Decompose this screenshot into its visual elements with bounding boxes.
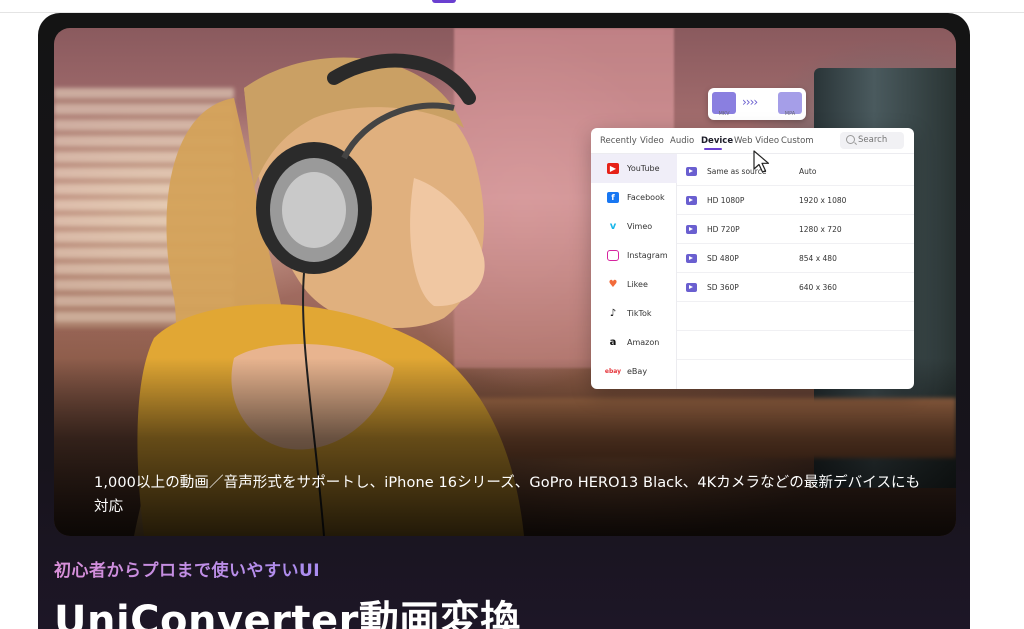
tab-web-video[interactable]: Web Video <box>734 136 779 146</box>
video-camera-icon <box>686 283 697 292</box>
section-title: UniConverter動画変換 <box>54 598 521 629</box>
active-tab-indicator <box>704 148 722 150</box>
video-camera-icon <box>686 196 697 205</box>
search-box[interactable] <box>840 132 904 149</box>
platform-item-vimeo[interactable]: v Vimeo <box>591 212 677 241</box>
preset-row[interactable]: SD 360P 640 x 360 <box>677 273 914 302</box>
search-input[interactable] <box>858 134 902 146</box>
preset-row[interactable]: HD 1080P 1920 x 1080 <box>677 186 914 215</box>
video-camera-icon <box>686 254 697 263</box>
ebay-icon: ebay <box>604 368 622 375</box>
video-camera-icon <box>686 225 697 234</box>
platform-label: Vimeo <box>627 222 653 231</box>
tab-audio[interactable]: Audio <box>670 136 694 146</box>
preset-row[interactable]: SD 480P 854 x 480 <box>677 244 914 273</box>
preset-list: Same as source Auto HD 1080P 1920 x 1080… <box>677 154 914 389</box>
preset-quality: HD 1080P <box>707 196 745 205</box>
preset-quality: SD 480P <box>707 254 739 263</box>
video-camera-icon <box>686 167 697 176</box>
platform-item-ebay[interactable]: ebay eBay <box>591 357 677 386</box>
preset-row-empty <box>677 302 914 331</box>
top-tab-indicator <box>432 0 456 3</box>
platform-item-facebook[interactable]: f Facebook <box>591 183 677 212</box>
preset-resolution: 640 x 360 <box>799 283 837 292</box>
platform-label: YouTube <box>627 164 660 173</box>
platform-label: eBay <box>627 367 648 376</box>
tab-custom[interactable]: Custom <box>781 136 814 146</box>
amazon-icon: a <box>609 337 617 348</box>
preset-resolution: 1280 x 720 <box>799 225 842 234</box>
platform-item-youtube[interactable]: ▶ YouTube <box>591 154 677 183</box>
instagram-icon <box>607 250 619 261</box>
facebook-icon: f <box>607 192 619 203</box>
preset-row-empty <box>677 360 914 389</box>
platform-label: Amazon <box>627 338 660 347</box>
preset-resolution: Auto <box>799 167 817 176</box>
preset-row-empty <box>677 331 914 360</box>
likee-icon: ♥ <box>608 279 618 290</box>
tab-video[interactable]: Video <box>640 136 664 146</box>
preset-quality: SD 360P <box>707 283 739 292</box>
tab-recently[interactable]: Recently <box>600 136 637 146</box>
preset-row[interactable]: Same as source Auto <box>677 157 914 186</box>
platform-item-likee[interactable]: ♥ Likee <box>591 270 677 299</box>
preset-quality: HD 720P <box>707 225 740 234</box>
vimeo-icon: v <box>609 221 617 232</box>
platform-label: Likee <box>627 280 648 289</box>
platform-item-instagram[interactable]: Instagram <box>591 241 677 270</box>
platform-label: TikTok <box>627 309 652 318</box>
mouse-pointer-icon <box>753 150 770 173</box>
tab-device[interactable]: Device <box>701 136 733 146</box>
platform-label: Instagram <box>627 251 668 260</box>
preset-resolution: 1920 x 1080 <box>799 196 847 205</box>
format-conversion-badge: MKV ›››› MPA <box>708 88 806 120</box>
source-format-label: MKV <box>718 111 730 117</box>
section-subtitle: 初心者からプロまで使いやすいUI <box>54 556 320 581</box>
search-icon <box>846 135 855 144</box>
platform-item-amazon[interactable]: a Amazon <box>591 328 677 357</box>
conversion-arrows-icon: ›››› <box>742 95 758 109</box>
youtube-icon: ▶ <box>607 163 619 174</box>
hero-caption: 1,000以上の動画／音声形式をサポートし、iPhone 16シリーズ、GoPr… <box>94 475 921 515</box>
preset-row[interactable]: HD 720P 1280 x 720 <box>677 215 914 244</box>
platform-label: Facebook <box>627 193 665 202</box>
platform-list: ▶ YouTube f Facebook v Vimeo Instagram ♥… <box>591 154 677 389</box>
platform-item-tiktok[interactable]: ♪ TikTok <box>591 299 677 328</box>
tiktok-icon: ♪ <box>609 308 617 319</box>
target-format-label: MPA <box>784 111 796 117</box>
preset-resolution: 854 x 480 <box>799 254 837 263</box>
